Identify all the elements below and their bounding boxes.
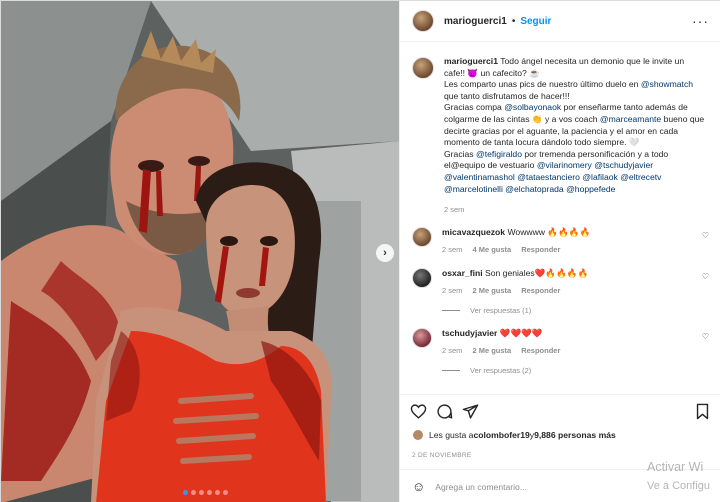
- post-header: marioguerci1 • Seguir ···: [400, 1, 720, 42]
- view-replies-label: Ver respuestas (2): [470, 366, 532, 376]
- mention-link[interactable]: @marcelotinelli: [444, 184, 503, 194]
- mention-link[interactable]: @hoppefede: [566, 184, 615, 194]
- action-bar: [400, 394, 720, 428]
- heart-icon[interactable]: ♡: [702, 272, 709, 281]
- emoji-smile-icon[interactable]: ☺: [412, 479, 425, 494]
- carousel-dot: [223, 490, 228, 495]
- comment-item: tschudyjavier ❤️❤️❤️❤️ 2 sem 2 Me gusta …: [412, 328, 709, 356]
- post-date[interactable]: 2 DE NOVIEMBRE: [412, 452, 471, 459]
- heart-icon[interactable]: ♡: [702, 231, 709, 240]
- caption-line: que tanto disfrutamos de hacer!!!: [444, 90, 570, 101]
- author-avatar[interactable]: [412, 10, 434, 32]
- reply-button[interactable]: Responder: [521, 244, 560, 255]
- comment-time[interactable]: 2 sem: [442, 345, 462, 356]
- mention-link[interactable]: @elchatoprada: [505, 184, 563, 194]
- comment-text: Wowwww 🔥🔥🔥🔥: [507, 227, 591, 238]
- caption-line: Les comparto unas pics de nuestro último…: [444, 79, 641, 90]
- carousel-dot: [207, 490, 212, 495]
- comment-likes[interactable]: 4 Me gusta: [472, 244, 511, 255]
- heart-icon[interactable]: ♡: [702, 332, 709, 341]
- save-bookmark-icon[interactable]: [694, 403, 711, 420]
- replies-line: [442, 310, 460, 312]
- mention-link[interactable]: @solbayonaok: [504, 102, 561, 112]
- mention-link[interactable]: @eltrecetv: [620, 172, 661, 182]
- next-photo-button[interactable]: ›: [376, 244, 394, 262]
- comment-input[interactable]: [435, 481, 636, 492]
- more-options-icon[interactable]: ···: [692, 13, 709, 29]
- caption-username[interactable]: marioguerci1: [444, 56, 498, 66]
- mention-link[interactable]: @marceamante: [600, 114, 661, 124]
- watermark-line1: Activar Wi: [647, 460, 704, 474]
- liker-avatar[interactable]: [412, 429, 424, 441]
- instagram-post: › marioguerci1 • Seguir ··· marioguerci1…: [0, 0, 720, 502]
- commenter-avatar[interactable]: [412, 227, 432, 248]
- likes-count[interactable]: 9,886 personas más: [534, 430, 616, 440]
- comment-icon[interactable]: [436, 403, 453, 420]
- mention-link[interactable]: @vilarinomery: [537, 160, 592, 170]
- comment-likes[interactable]: 2 Me gusta: [472, 345, 511, 356]
- reply-button[interactable]: Responder: [521, 345, 560, 356]
- comment-username[interactable]: micavazquezok: [442, 227, 505, 237]
- comment-item: micavazquezok Wowwww 🔥🔥🔥🔥 2 sem 4 Me gus…: [412, 227, 709, 255]
- carousel-dot: [199, 490, 204, 495]
- carousel-indicator: [183, 490, 228, 495]
- caption-text: marioguerci1 Todo ángel necesita un demo…: [444, 56, 706, 195]
- author-username[interactable]: marioguerci1: [444, 16, 507, 27]
- likes-summary: Les gusta a colombofer19 y 9,886 persona…: [412, 429, 616, 441]
- comments-scroll-area[interactable]: marioguerci1 Todo ángel necesita un demo…: [400, 42, 720, 394]
- carousel-dot-active: [183, 490, 188, 495]
- share-icon[interactable]: [462, 403, 479, 420]
- mention-link[interactable]: @showmatch: [641, 79, 693, 89]
- mention-link[interactable]: @lafilaok: [582, 172, 617, 182]
- mention-link[interactable]: @tschudyjavier: [594, 160, 653, 170]
- commenter-avatar[interactable]: [412, 268, 432, 289]
- commenter-avatar[interactable]: [412, 328, 432, 349]
- carousel-dot: [215, 490, 220, 495]
- comment-text: Son geniales❤️🔥🔥🔥🔥: [485, 268, 589, 279]
- like-heart-icon[interactable]: [410, 403, 427, 420]
- caption-time[interactable]: 2 sem: [444, 205, 709, 214]
- caption-avatar[interactable]: [412, 57, 434, 79]
- activate-windows-watermark: Activar Wi Ve a Configu: [647, 458, 710, 496]
- caption-line: Gracias compa: [444, 102, 505, 113]
- mention-link[interactable]: @tefigiraldo: [476, 149, 522, 159]
- separator-dot: •: [511, 15, 516, 27]
- caption: marioguerci1 Todo ángel necesita un demo…: [412, 56, 709, 195]
- comment-time[interactable]: 2 sem: [442, 285, 462, 296]
- post-sidebar: marioguerci1 • Seguir ··· marioguerci1 T…: [399, 1, 720, 502]
- mention-link[interactable]: @valentinamashol: [444, 172, 515, 182]
- comment-text: ❤️❤️❤️❤️: [499, 328, 543, 339]
- comment-item: osxar_fini Son geniales❤️🔥🔥🔥🔥 2 sem 2 Me…: [412, 268, 709, 296]
- mention-link[interactable]: @tataestanciero: [517, 172, 580, 182]
- view-replies-label: Ver respuestas (1): [470, 306, 532, 316]
- caption-line: Gracias: [444, 148, 476, 159]
- liker-username[interactable]: colombofer19: [473, 430, 529, 440]
- photo-image: [1, 1, 399, 502]
- likes-prefix: Les gusta a: [429, 430, 474, 440]
- comment-username[interactable]: osxar_fini: [442, 268, 483, 278]
- comment-likes[interactable]: 2 Me gusta: [472, 285, 511, 296]
- comment-username[interactable]: tschudyjavier: [442, 328, 497, 338]
- carousel-dot: [191, 490, 196, 495]
- post-photo[interactable]: ›: [1, 1, 399, 502]
- view-replies-button[interactable]: Ver respuestas (2): [442, 366, 709, 375]
- follow-button[interactable]: Seguir: [520, 16, 551, 27]
- watermark-line2: Ve a Configu: [647, 480, 710, 492]
- view-replies-button[interactable]: Ver respuestas (1): [442, 306, 709, 315]
- reply-button[interactable]: Responder: [521, 285, 560, 296]
- replies-line: [442, 370, 460, 372]
- comment-time[interactable]: 2 sem: [442, 244, 462, 255]
